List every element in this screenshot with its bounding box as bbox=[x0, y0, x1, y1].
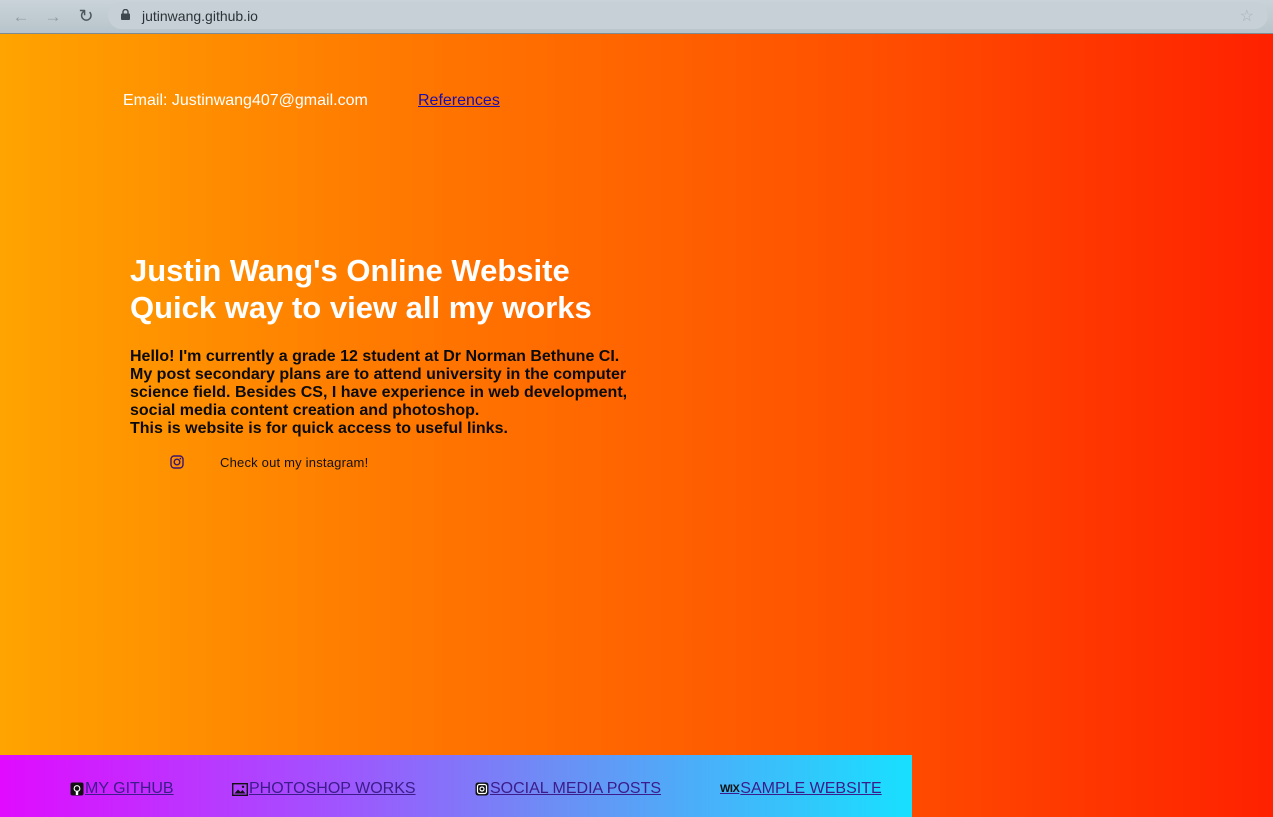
title-line-2: Quick way to view all my works bbox=[130, 290, 592, 325]
browser-toolbar: ← → ↻ jutinwang.github.io ☆ bbox=[0, 0, 1273, 34]
intro-line: This is website is for quick access to u… bbox=[130, 420, 508, 437]
photoshop-works-label[interactable]: PHOTOSHOP WORKS bbox=[249, 780, 416, 798]
title-line-1: Justin Wang's Online Website bbox=[130, 253, 570, 288]
instagram-icon[interactable] bbox=[170, 455, 184, 469]
image-icon bbox=[232, 782, 248, 796]
social-media-posts-label[interactable]: SOCIAL MEDIA POSTS bbox=[490, 780, 661, 798]
address-bar[interactable]: jutinwang.github.io ☆ bbox=[108, 2, 1268, 29]
wix-icon: WIX bbox=[720, 783, 740, 795]
intro-line: My post secondary plans are to attend un… bbox=[130, 366, 627, 383]
instagram-label[interactable]: Check out my instagram! bbox=[220, 455, 368, 470]
github-link[interactable]: MY GITHUB bbox=[70, 780, 174, 798]
intro-line: social media content creation and photos… bbox=[130, 402, 480, 419]
photoshop-works-link[interactable]: PHOTOSHOP WORKS bbox=[232, 780, 416, 798]
instagram-icon bbox=[475, 782, 489, 796]
email-text: Email: Justinwang407@gmail.com bbox=[123, 92, 368, 109]
sample-website-label[interactable]: SAMPLE WEBSITE bbox=[740, 780, 881, 798]
footer-links-bar: MY GITHUB PHOTOSHOP WORKS SOCIAL MEDIA P… bbox=[0, 755, 912, 817]
bookmark-star-icon[interactable]: ☆ bbox=[1240, 6, 1254, 26]
url-text: jutinwang.github.io bbox=[142, 8, 258, 24]
back-arrow-icon[interactable]: ← bbox=[10, 5, 32, 27]
instagram-link[interactable]: Check out my instagram! bbox=[170, 454, 368, 470]
github-link-label[interactable]: MY GITHUB bbox=[85, 780, 174, 798]
page-body: Email: Justinwang407@gmail.com Reference… bbox=[0, 34, 1273, 817]
intro-paragraph: Hello! I'm currently a grade 12 student … bbox=[130, 348, 650, 438]
intro-line: science field. Besides CS, I have experi… bbox=[130, 384, 628, 401]
social-media-posts-link[interactable]: SOCIAL MEDIA POSTS bbox=[475, 780, 661, 798]
forward-arrow-icon[interactable]: → bbox=[42, 5, 64, 27]
reload-icon[interactable]: ↻ bbox=[75, 5, 97, 27]
references-link[interactable]: References bbox=[418, 92, 500, 110]
lock-icon bbox=[121, 9, 130, 20]
sample-website-link[interactable]: WIX SAMPLE WEBSITE bbox=[720, 780, 882, 798]
page-title: Justin Wang's Online Website Quick way t… bbox=[130, 252, 592, 326]
github-icon bbox=[70, 782, 84, 796]
intro-line: Hello! I'm currently a grade 12 student … bbox=[130, 348, 620, 365]
